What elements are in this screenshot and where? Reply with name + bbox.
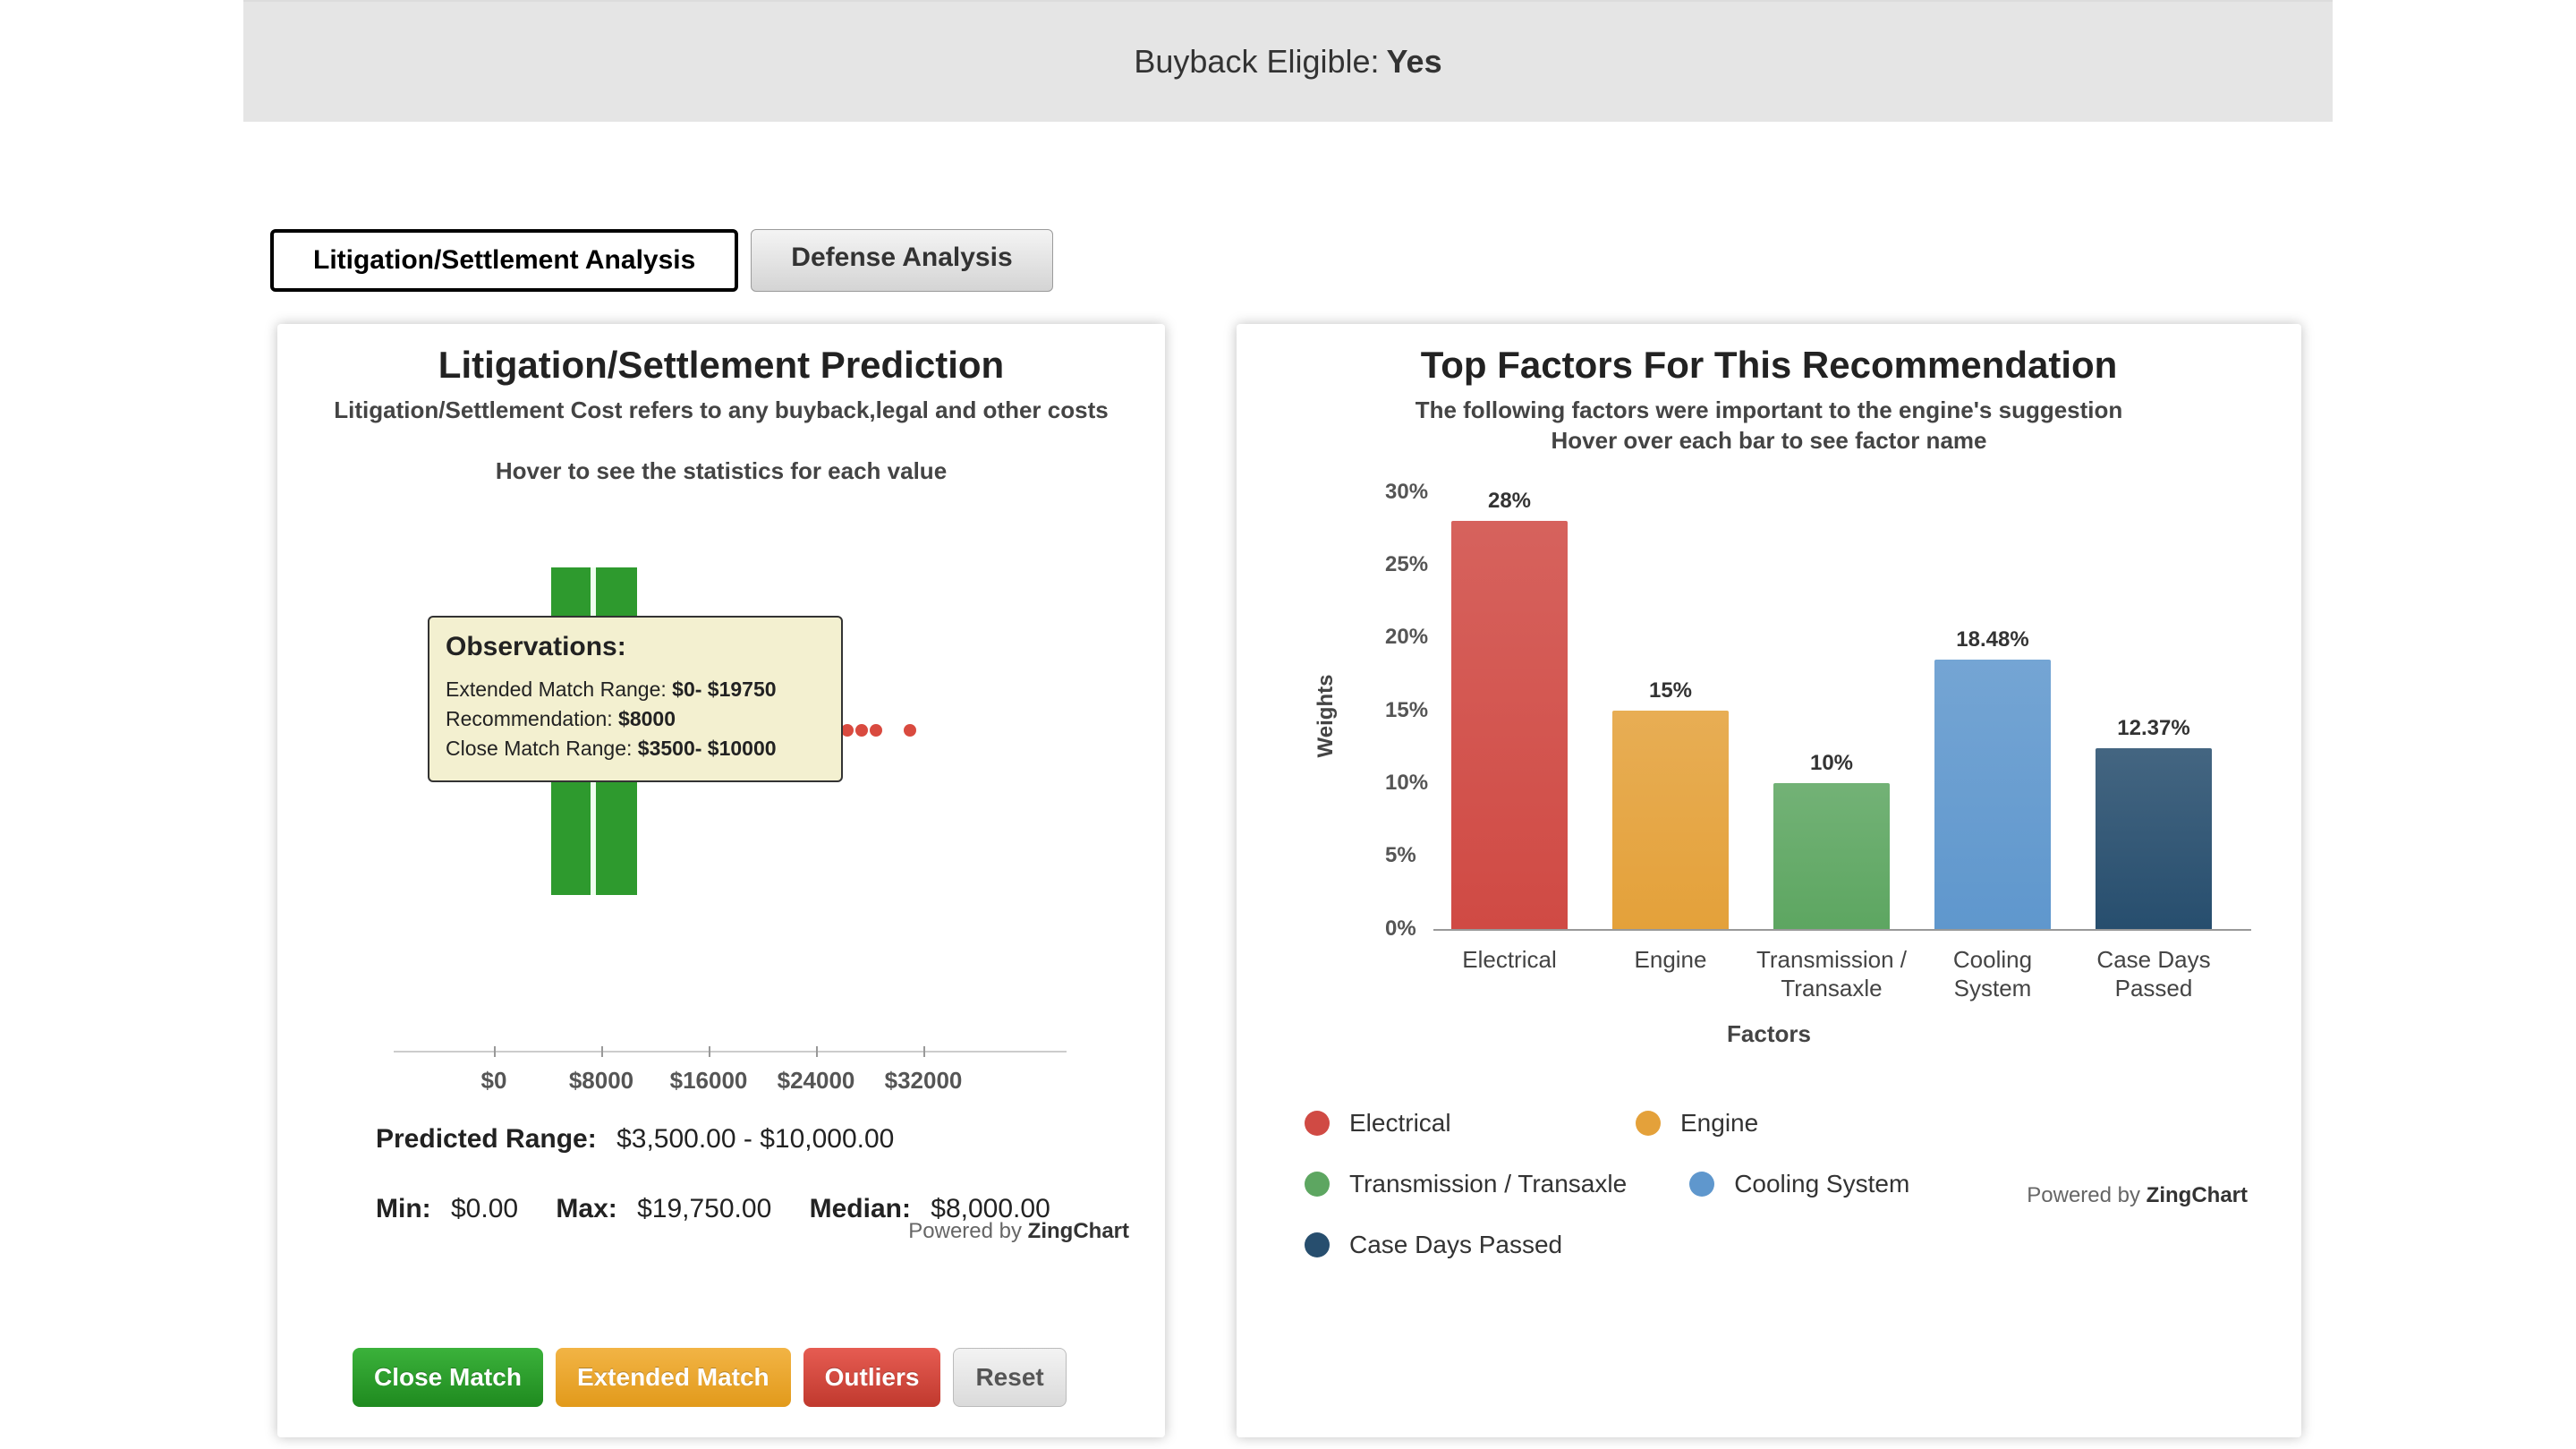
- bar-chart[interactable]: Weights 0%5%10%15%20%25%30% 28%15%10%18.…: [1335, 492, 2260, 940]
- legend-swatch-icon: [1305, 1232, 1330, 1257]
- powered-by: Powered by ZingChart: [908, 1219, 1129, 1244]
- category-label: Transmission / Transaxle: [1756, 945, 1908, 1003]
- min-label: Min:: [376, 1194, 431, 1223]
- legend-label: Electrical: [1349, 1109, 1451, 1138]
- bar-value-label: 12.37%: [2117, 716, 2189, 741]
- legend-label: Cooling System: [1734, 1170, 1909, 1198]
- reset-button[interactable]: Reset: [953, 1348, 1066, 1407]
- tick-label: $32000: [885, 1067, 963, 1095]
- powered-by: Powered by ZingChart: [2027, 1183, 2248, 1208]
- observations-tooltip: Observations: Extended Match Range: $0- …: [428, 616, 843, 782]
- predicted-range-value: $3,500.00 - $10,000.00: [616, 1124, 894, 1154]
- y-tick: 10%: [1385, 771, 1428, 796]
- buyback-value: Yes: [1387, 43, 1442, 81]
- prediction-title: Litigation/Settlement Prediction: [277, 344, 1165, 387]
- y-tick: 25%: [1385, 552, 1428, 577]
- bar-engine[interactable]: [1612, 711, 1729, 929]
- bar-value-label: 28%: [1488, 489, 1531, 514]
- tooltip-title: Observations:: [446, 632, 825, 662]
- bar-case-days-passed[interactable]: [2096, 748, 2212, 928]
- legend-swatch-icon: [1636, 1111, 1661, 1136]
- x-axis-line: [1433, 929, 2251, 931]
- prediction-sub1: Litigation/Settlement Cost refers to any…: [277, 396, 1165, 426]
- tick-label: $24000: [778, 1067, 855, 1095]
- prediction-sub2: Hover to see the statistics for each val…: [277, 456, 1165, 487]
- factors-title: Top Factors For This Recommendation: [1278, 344, 2260, 387]
- tooltip-ext-label: Extended Match Range:: [446, 678, 672, 701]
- tick: [494, 1046, 496, 1057]
- tooltip-close-value: $3500- $10000: [638, 737, 777, 760]
- category-label: Case Days Passed: [2078, 945, 2230, 1003]
- tick: [923, 1046, 925, 1057]
- category-label: Electrical: [1433, 945, 1586, 975]
- min-value: $0.00: [451, 1194, 518, 1223]
- bar-value-label: 18.48%: [1956, 627, 2028, 652]
- y-tick: 5%: [1385, 843, 1416, 868]
- legend-item[interactable]: Engine: [1636, 1109, 1904, 1138]
- legend-swatch-icon: [1305, 1111, 1330, 1136]
- outlier-dot: [841, 724, 854, 737]
- predicted-range-label: Predicted Range:: [376, 1124, 597, 1154]
- y-tick: 20%: [1385, 625, 1428, 650]
- buyback-label: Buyback Eligible:: [1134, 43, 1379, 81]
- buyback-banner: Buyback Eligible: Yes: [243, 0, 2333, 122]
- y-tick: 15%: [1385, 698, 1428, 723]
- tick-label: $0: [481, 1067, 507, 1095]
- legend-item[interactable]: Transmission / Transaxle: [1305, 1170, 1627, 1198]
- tab-litigation-analysis[interactable]: Litigation/Settlement Analysis: [270, 229, 738, 292]
- x-axis-label: Factors: [1278, 1020, 2260, 1048]
- bar-value-label: 15%: [1649, 678, 1692, 703]
- bar-value-label: 10%: [1810, 751, 1853, 776]
- bar-cooling-system[interactable]: [1934, 660, 2051, 929]
- legend-item[interactable]: Cooling System: [1689, 1170, 1958, 1198]
- tick-label: $16000: [670, 1067, 748, 1095]
- plot-area: 28% 15% 10% 18.48% 12.37%: [1433, 492, 2251, 931]
- tick-label: $8000: [569, 1067, 633, 1095]
- legend-swatch-icon: [1689, 1172, 1714, 1197]
- outliers-button[interactable]: Outliers: [803, 1348, 941, 1407]
- tick: [816, 1046, 818, 1057]
- tab-defense-analysis[interactable]: Defense Analysis: [751, 229, 1052, 292]
- y-tick: 0%: [1385, 916, 1416, 942]
- tick: [709, 1046, 710, 1057]
- y-axis-label: Weights: [1314, 674, 1339, 757]
- close-match-button[interactable]: Close Match: [353, 1348, 543, 1407]
- button-row: Close Match Extended Match Outliers Rese…: [353, 1348, 1067, 1407]
- legend-label: Transmission / Transaxle: [1349, 1170, 1627, 1198]
- legend-swatch-icon: [1305, 1172, 1330, 1197]
- legend-item[interactable]: Electrical: [1305, 1109, 1573, 1138]
- extended-match-button[interactable]: Extended Match: [556, 1348, 791, 1407]
- prediction-card: Litigation/Settlement Prediction Litigat…: [277, 324, 1165, 1437]
- tooltip-ext-value: $0- $19750: [672, 678, 776, 701]
- y-tick: 30%: [1385, 480, 1428, 505]
- max-value: $19,750.00: [637, 1194, 771, 1223]
- boxplot[interactable]: Observations: Extended Match Range: $0- …: [277, 523, 1165, 1095]
- outlier-dot: [904, 724, 916, 737]
- tooltip-rec-value: $8000: [618, 707, 676, 730]
- outlier-dot: [870, 724, 882, 737]
- tooltip-close-label: Close Match Range:: [446, 737, 638, 760]
- legend-label: Case Days Passed: [1349, 1231, 1562, 1259]
- category-label: Cooling System: [1917, 945, 2069, 1003]
- legend-label: Engine: [1680, 1109, 1758, 1138]
- max-label: Max:: [556, 1194, 616, 1223]
- tooltip-rec-label: Recommendation:: [446, 707, 618, 730]
- bar-electrical[interactable]: [1451, 521, 1568, 928]
- factors-sub2: Hover over each bar to see factor name: [1278, 426, 2260, 456]
- category-label: Engine: [1594, 945, 1747, 975]
- tab-bar: Litigation/Settlement Analysis Defense A…: [270, 229, 2576, 292]
- median-label: Median:: [810, 1194, 911, 1223]
- factors-sub1: The following factors were important to …: [1278, 396, 2260, 426]
- factors-card: Top Factors For This Recommendation The …: [1237, 324, 2301, 1437]
- bar-transmission-transaxle[interactable]: [1773, 783, 1890, 929]
- outlier-dot: [855, 724, 868, 737]
- legend-item[interactable]: Case Days Passed: [1305, 1231, 1573, 1259]
- tick: [601, 1046, 603, 1057]
